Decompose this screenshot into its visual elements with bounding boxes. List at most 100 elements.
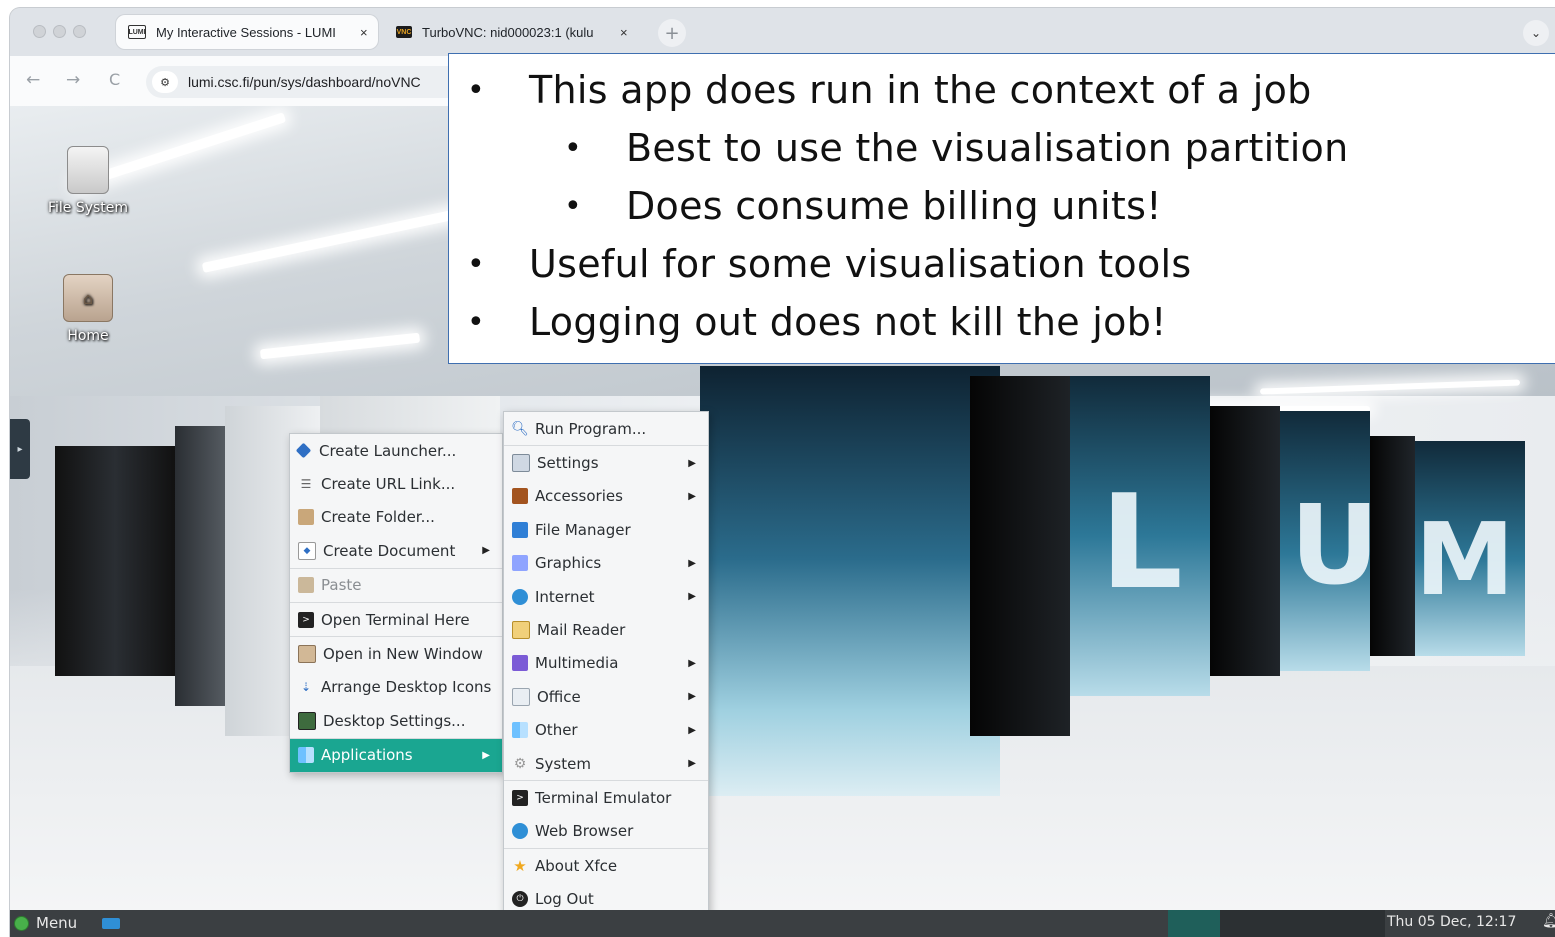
- menu-item-web-browser[interactable]: Web Browser: [504, 815, 708, 848]
- office-icon: [512, 687, 530, 706]
- desktop-settings-icon: [298, 711, 316, 730]
- menu-item-applications[interactable]: Applications ▶: [290, 737, 502, 772]
- link-icon: ☰: [300, 477, 312, 492]
- submenu-arrow-icon: ▶: [688, 724, 696, 736]
- menu-item-open-in-new-window[interactable]: Open in New Window: [290, 636, 502, 670]
- desktop-icon-file-system[interactable]: File System: [33, 146, 143, 216]
- window-close-button[interactable]: [33, 25, 46, 38]
- workspace-switcher-icon[interactable]: [102, 918, 120, 929]
- menu-item-file-manager[interactable]: File Manager: [504, 513, 708, 546]
- menu-item-other[interactable]: Other ▶: [504, 714, 708, 747]
- wallpaper-letter: M: [1415, 501, 1515, 618]
- server-rack: [175, 426, 225, 706]
- desktop-icon-home[interactable]: ⌂ Home: [33, 274, 143, 344]
- about-icon: ★: [513, 856, 527, 875]
- menu-item-settings[interactable]: Settings ▶: [504, 445, 708, 479]
- menu-item-label: Graphics: [535, 554, 602, 573]
- internet-icon: [512, 588, 528, 605]
- workspace-indicator[interactable]: [1168, 910, 1220, 937]
- paste-icon: [298, 577, 314, 594]
- url-text: lumi.csc.fi/pun/sys/dashboard/noVNC: [188, 74, 421, 90]
- menu-item-label: File Manager: [535, 520, 631, 539]
- applications-icon: [298, 747, 314, 764]
- menu-item-label: System: [535, 754, 591, 773]
- window-zoom-button[interactable]: [73, 25, 86, 38]
- document-new-icon: ◆: [298, 541, 316, 560]
- bullet-text: Best to use the visualisation partition: [626, 126, 1349, 170]
- notification-bell-icon[interactable]: 🔔︎: [1542, 913, 1555, 929]
- menu-item-label: Web Browser: [535, 822, 634, 841]
- terminal-icon: >: [512, 789, 528, 806]
- lumi-favicon-icon: LUMI: [128, 25, 146, 39]
- xfce-panel: Menu Thu 05 Dec, 12:17 🔔︎: [10, 910, 1555, 937]
- menu-item-create-document[interactable]: ◆ Create Document ▶: [290, 534, 502, 567]
- menu-item-label: Mail Reader: [537, 621, 626, 640]
- bullet-text: Logging out does not kill the job!: [529, 300, 1167, 344]
- bullet-item: • Best to use the visualisation partition: [564, 126, 1349, 170]
- accessories-icon: [512, 488, 528, 505]
- file-manager-icon: [512, 521, 528, 538]
- menu-item-label: Applications: [321, 746, 413, 765]
- menu-item-label: Accessories: [535, 487, 623, 506]
- tab-search-chevron-icon[interactable]: ⌄: [1523, 20, 1549, 46]
- menu-item-run-program[interactable]: 🔍︎ Run Program...: [504, 412, 708, 445]
- menu-item-accessories[interactable]: Accessories ▶: [504, 480, 708, 513]
- other-icon: [512, 722, 528, 739]
- panel-handle-icon[interactable]: ▸: [10, 419, 30, 479]
- menu-item-log-out[interactable]: ⏻ Log Out: [504, 882, 708, 910]
- tab-turbovnc[interactable]: VNC TurboVNC: nid000023:1 (kulu ×: [384, 15, 652, 49]
- server-rack: [55, 446, 175, 676]
- menu-item-terminal-emulator[interactable]: > Terminal Emulator: [504, 780, 708, 814]
- menu-item-desktop-settings[interactable]: Desktop Settings...: [290, 704, 502, 737]
- lumi-cabinet: M: [1415, 441, 1525, 656]
- menu-item-create-launcher[interactable]: Create Launcher...: [290, 434, 502, 467]
- menu-item-graphics[interactable]: Graphics ▶: [504, 547, 708, 580]
- desktop-icon-label: File System: [47, 200, 129, 216]
- back-arrow-icon[interactable]: ←: [26, 70, 40, 90]
- web-browser-icon: [512, 823, 528, 840]
- lumi-cabinet: [700, 366, 1000, 796]
- menu-item-label: About Xfce: [535, 856, 618, 875]
- vnc-favicon-icon: VNC: [396, 26, 412, 38]
- menu-item-label: Multimedia: [535, 654, 619, 673]
- menu-item-label: Arrange Desktop Icons: [321, 678, 492, 697]
- desktop-context-menu: Create Launcher... ☰ Create URL Link... C…: [289, 433, 503, 773]
- menu-item-arrange-desktop-icons[interactable]: ⇣ Arrange Desktop Icons: [290, 671, 502, 704]
- submenu-arrow-icon: ▶: [688, 557, 696, 569]
- reload-icon[interactable]: C: [109, 70, 120, 89]
- launcher-icon: [295, 442, 312, 459]
- site-info-icon[interactable]: ⚙: [152, 71, 178, 93]
- bullet-item: • Useful for some visualisation tools: [467, 242, 1192, 286]
- menu-item-system[interactable]: ⚙ System ▶: [504, 747, 708, 780]
- menu-item-open-terminal-here[interactable]: > Open Terminal Here: [290, 601, 502, 636]
- tab-bar: LUMI My Interactive Sessions - LUMI × VN…: [10, 8, 1555, 56]
- menu-item-create-url-link[interactable]: ☰ Create URL Link...: [290, 467, 502, 500]
- menu-item-multimedia[interactable]: Multimedia ▶: [504, 647, 708, 680]
- bullet-dot: •: [564, 189, 582, 224]
- submenu-arrow-icon: ▶: [688, 591, 696, 603]
- menu-item-about-xfce[interactable]: ★ About Xfce: [504, 848, 708, 882]
- menu-item-mail-reader[interactable]: Mail Reader: [504, 613, 708, 646]
- wallpaper-letter: L: [1100, 466, 1183, 618]
- arrange-icon: ⇣: [300, 680, 312, 695]
- clock[interactable]: Thu 05 Dec, 12:17: [1387, 914, 1516, 930]
- bullet-text: Useful for some visualisation tools: [529, 242, 1192, 286]
- tab-close-icon[interactable]: ×: [360, 25, 368, 40]
- menu-item-internet[interactable]: Internet ▶: [504, 580, 708, 613]
- menu-item-create-folder[interactable]: Create Folder...: [290, 501, 502, 534]
- forward-arrow-icon[interactable]: →: [66, 70, 80, 90]
- menu-item-label: Create Folder...: [321, 508, 435, 527]
- submenu-arrow-icon: ▶: [688, 691, 696, 703]
- submenu-arrow-icon: ▶: [688, 758, 696, 770]
- bullet-text: Does consume billing units!: [626, 184, 1162, 228]
- whisker-menu-button[interactable]: Menu: [36, 914, 77, 932]
- menu-item-office[interactable]: Office ▶: [504, 680, 708, 713]
- new-tab-button[interactable]: +: [658, 19, 686, 47]
- bullet-dot: •: [467, 305, 485, 340]
- tab-interactive-sessions[interactable]: LUMI My Interactive Sessions - LUMI ×: [116, 15, 378, 49]
- xfce-menu-icon: [14, 916, 29, 931]
- window-minimize-button[interactable]: [53, 25, 66, 38]
- tab-close-icon[interactable]: ×: [620, 25, 628, 40]
- submenu-arrow-icon: ▶: [688, 490, 696, 502]
- menu-item-paste[interactable]: Paste: [290, 567, 502, 602]
